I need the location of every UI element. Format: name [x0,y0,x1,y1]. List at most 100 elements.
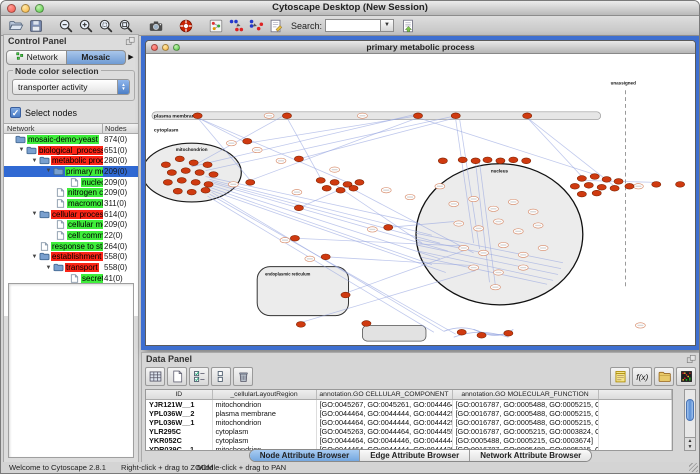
table-cell[interactable]: YJR121W__1 [146,400,212,410]
tree-row-biological-process[interactable]: ▼biological_process651(0) [4,145,138,156]
gene-node[interactable] [321,254,330,260]
gene-node[interactable] [193,113,202,119]
table-row[interactable]: YPL036W__2plasma membrane[GO:0044464, GO… [146,409,672,418]
select-nodes-checkbox[interactable]: ✓ [10,107,21,118]
float-panel-icon[interactable] [686,354,697,364]
zoom-in-icon[interactable] [76,17,95,35]
gene-node[interactable] [590,174,599,180]
table-cell[interactable] [598,436,672,445]
gene-node[interactable] [294,156,303,162]
layout-a-icon[interactable] [226,17,245,35]
gene-node[interactable] [163,180,172,186]
tab-network-attribute-browser[interactable]: Network Attribute Browser [469,450,591,461]
gene-node[interactable] [523,113,532,119]
table-cell[interactable] [598,427,672,436]
gene-node[interactable] [209,172,218,178]
tab-node-attribute-browser[interactable]: Node Attribute Browser [250,450,360,461]
tab-mosaic[interactable]: Mosaic [67,50,127,65]
table-cell[interactable]: [GO:0016787, GO:0005488, GO:0005215, G..… [452,418,598,427]
table-cell[interactable]: plasma membrane [212,409,316,418]
gene-node[interactable] [362,321,371,327]
table-row[interactable]: YKR052Ccytoplasm[GO:0044464, GO:0044446,… [146,436,672,445]
gene-node[interactable] [296,322,305,328]
snapshot-icon[interactable] [146,17,165,35]
column-header[interactable]: annotation.GO MOLECULAR_FUNCTION [452,390,598,400]
gene-node[interactable] [610,185,619,191]
tab-network[interactable]: path d="M5 5 L12 8 L6 13" stroke="#292" … [6,50,67,65]
table-cell[interactable]: cytoplasm [212,436,316,445]
zoom-selected-icon[interactable] [96,17,115,35]
tree-row-primary-metabolic-p[interactable]: ▼primary metabolic p209(0) [4,166,138,177]
layout-b-icon[interactable] [246,17,265,35]
gene-node[interactable] [438,158,447,164]
gene-node[interactable] [509,157,518,163]
tree-row-nitrogen-compoun[interactable]: nitrogen compoun209(0) [4,187,138,198]
table-row[interactable]: YLR295Ccytoplasm[GO:0045263, GO:0044464,… [146,427,672,436]
unselect-attributes-icon[interactable] [211,367,231,386]
column-header[interactable]: annotation.GO CELLULAR_COMPONENT [316,390,452,400]
table-mode-icon[interactable] [145,367,165,386]
annotate-icon[interactable] [266,17,285,35]
gene-node[interactable] [349,185,358,191]
column-header[interactable]: _cellularLayoutRegion [212,390,316,400]
network-graph[interactable]: plasma membranecytoplasmmitochondrionnuc… [146,55,695,345]
gene-node[interactable] [290,235,299,241]
gene-node[interactable] [341,292,350,298]
heatmap-icon[interactable] [676,367,696,386]
gene-node[interactable] [330,180,339,186]
gene-node[interactable] [336,187,345,193]
gene-node[interactable] [201,187,210,193]
gene-node[interactable] [167,170,176,176]
expand-arrow-icon[interactable]: ▼ [30,158,39,164]
tab-edge-attribute-browser[interactable]: Edge Attribute Browser [359,450,469,461]
table-cell[interactable]: [GO:0016787, GO:0005488, GO:0005215, G..… [452,400,598,410]
expand-arrow-icon[interactable]: ▼ [30,211,39,217]
search-input[interactable] [325,19,381,32]
column-header[interactable]: ID [146,390,212,400]
tab-overflow-arrow[interactable]: ▶ [126,53,136,61]
birds-eye-view[interactable] [8,283,134,458]
tree-row-transport[interactable]: ▼transport558(0) [4,262,138,273]
table-cell[interactable]: [GO:0044464, GO:0044444, GO:0044425, G..… [316,418,452,427]
gene-node[interactable] [177,178,186,184]
table-cell[interactable]: [GO:0045267, GO:0045261, GO:0044464, G..… [316,400,452,410]
gene-node[interactable] [597,184,606,190]
table-row[interactable]: YJR121W__1mitochondrion[GO:0045267, GO:0… [146,400,672,410]
gene-node[interactable] [246,180,255,186]
gene-node[interactable] [243,138,252,144]
function-builder-icon[interactable]: f(x) [632,367,652,386]
network-canvas[interactable]: plasma membranecytoplasmmitochondrionnuc… [146,55,695,345]
new-attribute-icon[interactable] [167,367,187,386]
gene-node[interactable] [413,113,422,119]
open-icon[interactable] [6,17,25,35]
gene-node[interactable] [191,180,200,186]
tree-row-establishment-of-lo[interactable]: ▼establishment of lo558(0) [4,252,138,263]
gene-node[interactable] [282,113,291,119]
zoom-fit-icon[interactable] [116,17,135,35]
table-cell[interactable]: [GO:0016787, GO:0005488, GO:0005215, G..… [452,409,598,418]
expand-arrow-icon[interactable]: ▼ [30,254,39,260]
table-cell[interactable]: mitochondrion [212,400,316,410]
gene-node[interactable] [614,179,623,185]
import-annotation-icon[interactable] [398,17,417,35]
table-cell[interactable]: YKR052C [146,436,212,445]
table-cell[interactable]: [GO:0005488, GO:0005215, GO:0003674] [452,436,598,445]
gene-node[interactable] [458,157,467,163]
table-scrollbar[interactable]: ▲▼ [684,389,696,451]
gene-node[interactable] [203,162,212,168]
table-cell[interactable]: cytoplasm [212,427,316,436]
expand-arrow-icon[interactable]: ▼ [44,168,53,174]
tree-row-macromolecule-m[interactable]: macromolecule m311(0) [4,198,138,209]
gene-node[interactable] [195,170,204,176]
gene-node[interactable] [161,162,170,168]
table-cell[interactable]: YPL036W__1 [146,418,212,427]
gene-node[interactable] [457,329,466,335]
table-row[interactable]: YPL036W__1mitochondrion[GO:0044464, GO:0… [146,418,672,427]
gene-node[interactable] [204,181,213,187]
delete-attribute-icon[interactable] [233,367,253,386]
gene-node[interactable] [181,168,190,174]
app-titlebar[interactable]: Cytoscape Desktop (New Session) [1,1,699,16]
gene-node[interactable] [676,181,685,187]
gene-node[interactable] [187,189,196,195]
tree-row-response-to-stimulu[interactable]: response to stimulu264(0) [4,241,138,252]
